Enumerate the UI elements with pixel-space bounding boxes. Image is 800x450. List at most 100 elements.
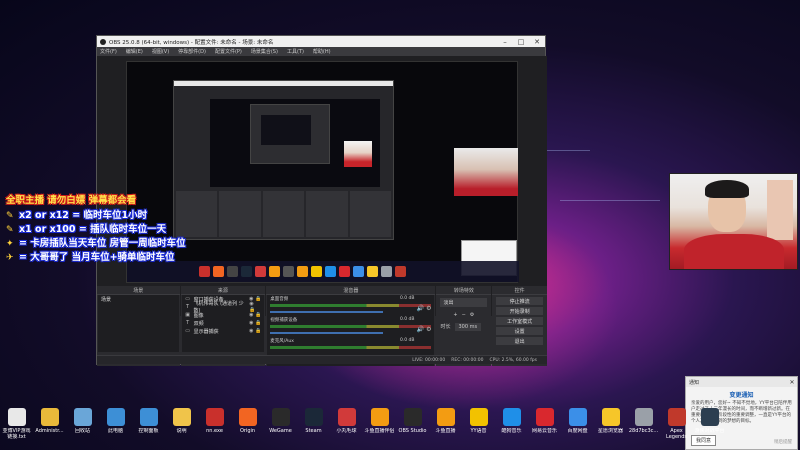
webcam-overlay	[669, 173, 798, 270]
desktop-icon-game[interactable]: 小丸毛球	[330, 408, 363, 450]
desktop-icon-kugou[interactable]: 酷狗音乐	[495, 408, 528, 450]
nested-obs-preview	[173, 80, 394, 240]
live-timer: LIVE: 00:00:00	[412, 357, 446, 363]
desktop-icon-label: 斗鱼直播	[435, 428, 456, 434]
window-controls: – □ ✕	[497, 38, 545, 46]
desktop-icon-wegame[interactable]: WeGame	[264, 408, 297, 450]
menu-docks[interactable]: 停靠部件(D)	[178, 48, 206, 55]
transition-duration: 时长 300 ms	[440, 322, 487, 331]
desktop-icon-steam[interactable]: Steam	[297, 408, 330, 450]
baidu-pan-icon	[568, 408, 587, 426]
nn-icon	[205, 408, 224, 426]
minimize-icon[interactable]: –	[497, 38, 513, 46]
desktop-icon-douyu[interactable]: 斗鱼直播伴侣	[363, 408, 396, 450]
desktop-icon-star-browser[interactable]: 星愿浏览器	[594, 408, 627, 450]
controls-dock: 控件 停止推流 开始录制 工作室模式 设置 退出	[492, 286, 547, 366]
mixer-dock: 混音器 桌面音频 0.0 dB 🔊 ⚙ 视频捕获设备 0.0 dB 🔊 ⚙ 麦克…	[266, 286, 436, 366]
desktop-icon-row: 亚博VIP游戏 链接.txt Administr... 回收站 此电脑 控制面板 说明 nn.…	[0, 408, 725, 450]
recycle-bin-icon	[73, 408, 92, 426]
exit-button[interactable]: 退出	[496, 337, 543, 345]
overlay-title: 全职主播 请勿白嫖 弹幕都会看	[6, 195, 137, 206]
gift-icon: ✎	[6, 211, 14, 221]
desktop-icon-netease-music[interactable]: 网易云音乐	[528, 408, 561, 450]
add-transition-icon[interactable]: +	[453, 312, 457, 318]
stop-streaming-button[interactable]: 停止推流	[496, 297, 543, 305]
desktop-icon-text-file[interactable]: 亚博VIP游戏 链接.txt	[0, 408, 33, 450]
desktop-icon-obs[interactable]: OBS Studio	[396, 408, 429, 450]
start-recording-button[interactable]: 开始录制	[496, 307, 543, 315]
obs-window[interactable]: OBS 25.0.8 (64-bit, windows) - 配置文件: 未命名…	[96, 35, 547, 366]
desktop-icon-label: Administr...	[35, 428, 64, 434]
source-list-item[interactable]: T 双频 ◉ 🔒	[182, 319, 265, 327]
text-icon: T	[186, 304, 190, 310]
desktop-icon-label: 游侠对战平台	[694, 428, 725, 434]
menu-scene-collection[interactable]: 场景集合(S)	[251, 48, 278, 55]
desktop-icon-nn[interactable]: nn.exe	[198, 408, 231, 450]
desktop-icon-apex[interactable]: Apex Legends	[660, 408, 693, 450]
desktop-icon-label: 酷狗音乐	[501, 428, 522, 434]
obs-window-title: OBS 25.0.8 (64-bit, windows) - 配置文件: 未命名…	[109, 39, 274, 46]
remove-transition-icon[interactable]: −	[462, 312, 466, 318]
menu-tools[interactable]: 工具(T)	[287, 48, 304, 55]
desktop-icon-baidu-pan[interactable]: 百度网盘	[561, 408, 594, 450]
folder-icon	[40, 408, 59, 426]
volume-slider[interactable]	[270, 332, 384, 334]
mixer-dock-title: 混音器	[266, 286, 436, 295]
desktop-icon-yy[interactable]: YY语音	[462, 408, 495, 450]
menu-help[interactable]: 帮助(H)	[313, 48, 331, 55]
audio-meter	[270, 325, 432, 328]
menu-edit[interactable]: 编辑(E)	[126, 48, 143, 55]
desktop-icon-control-panel[interactable]: 控制面板	[132, 408, 165, 450]
visibility-eye-icon[interactable]: ◉ 🔒	[249, 312, 261, 318]
desktop-icon-file[interactable]: 28d7bc3c...	[627, 408, 660, 450]
visibility-eye-icon[interactable]: ◉ 🔒	[249, 328, 261, 334]
transitions-dock-title: 转场特效	[436, 286, 492, 295]
overlay-line: ✦ = 卡房插队当天车位 房管一周临时车位	[6, 238, 186, 249]
visibility-eye-icon[interactable]: ◉ 🔒	[249, 320, 261, 326]
menu-file[interactable]: 文件(F)	[100, 48, 117, 55]
obs-menu-bar: 文件(F) 编辑(E) 视图(V) 停靠部件(D) 配置文件(P) 场景集合(S…	[97, 47, 545, 56]
speaker-icon[interactable]: 🔊 ⚙	[417, 305, 432, 312]
desktop-icon-recycle-bin[interactable]: 回收站	[66, 408, 99, 450]
obs-title-bar[interactable]: OBS 25.0.8 (64-bit, windows) - 配置文件: 未命名…	[97, 36, 545, 47]
menu-view[interactable]: 视图(V)	[152, 48, 169, 55]
mixer-channel: 视频捕获设备 0.0 dB 🔊 ⚙	[270, 317, 432, 334]
remind-later-link[interactable]: 稍后提醒	[774, 439, 792, 445]
settings-button[interactable]: 设置	[496, 327, 543, 335]
desktop-icon-folder[interactable]: Administr...	[33, 408, 66, 450]
desktop-icon-label: 小丸毛球	[336, 428, 357, 434]
sources-dock-title: 来源	[180, 286, 266, 295]
close-icon[interactable]: ✕	[787, 379, 797, 386]
desktop-icon-youxia[interactable]: 游侠对战平台	[693, 408, 726, 450]
plane-icon: ✈	[6, 253, 14, 263]
obs-preview-canvas[interactable]	[126, 61, 519, 283]
desktop-icon-document[interactable]: 说明	[165, 408, 198, 450]
desktop-icon-label: WeGame	[269, 428, 292, 434]
transition-settings-icon[interactable]: ⚙	[470, 312, 474, 318]
scene-list-item[interactable]: 场景	[98, 295, 179, 304]
desktop-icon-label: 网易云音乐	[531, 428, 557, 434]
desktop-icon-computer[interactable]: 此电脑	[99, 408, 132, 450]
mixer-channel: 桌面音频 0.0 dB 🔊 ⚙	[270, 296, 432, 313]
maximize-icon[interactable]: □	[513, 38, 529, 46]
speaker-icon[interactable]: 🔊 ⚙	[417, 326, 432, 333]
audio-meter	[270, 304, 432, 307]
douyu-live-icon	[436, 408, 455, 426]
desktop-icon-label: 斗鱼直播伴侣	[364, 428, 395, 434]
desktop-icon-origin[interactable]: Origin	[231, 408, 264, 450]
close-icon[interactable]: ✕	[529, 38, 545, 46]
source-list-item[interactable]: T 飞机伟哥队 (通道列 少数) ◉ 🔒	[182, 301, 265, 314]
volume-slider[interactable]	[270, 311, 384, 313]
studio-mode-button[interactable]: 工作室模式	[496, 317, 543, 325]
transition-select[interactable]: 淡出	[440, 298, 488, 307]
duration-input[interactable]: 300 ms	[454, 322, 482, 331]
menu-profile[interactable]: 配置文件(P)	[215, 48, 242, 55]
desktop-icon-label: YY语音	[470, 428, 487, 434]
desktop-icon-label: 星愿浏览器	[597, 428, 623, 434]
desktop-icon-douyu-live[interactable]: 斗鱼直播	[429, 408, 462, 450]
source-list-item[interactable]: ▭ 显示器捕获 ◉ 🔒	[182, 327, 265, 335]
wegame-icon	[271, 408, 290, 426]
desktop-icon-label: 回收站	[74, 428, 90, 434]
douyu-icon	[370, 408, 389, 426]
audio-meter	[270, 346, 432, 349]
